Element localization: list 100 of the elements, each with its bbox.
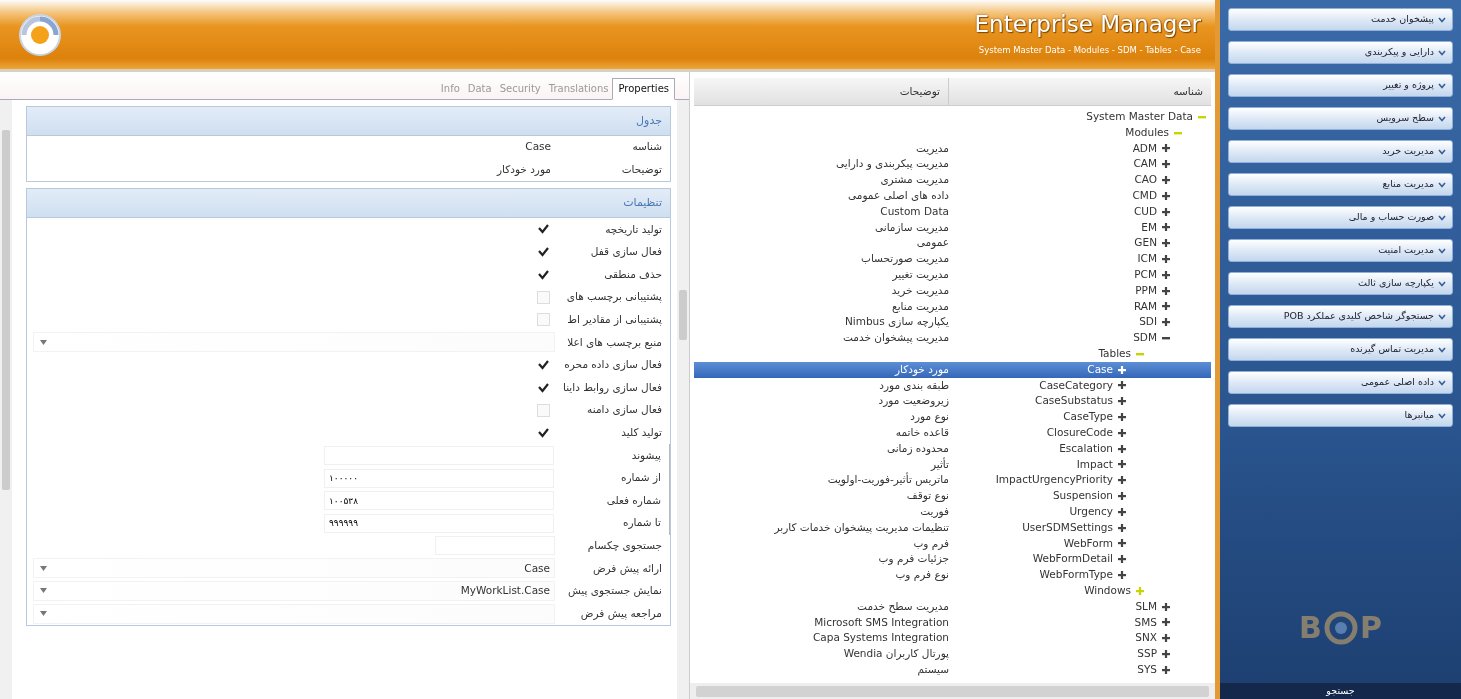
section-header[interactable]: جدول — [27, 107, 670, 136]
expand-icon[interactable] — [1117, 554, 1127, 565]
chevron-icon — [1438, 313, 1446, 320]
section-header[interactable]: تنظیمات — [27, 189, 670, 219]
expand-icon[interactable] — [1117, 475, 1127, 486]
search-button[interactable]: جستجو — [1220, 683, 1461, 699]
tree-cell-text: CaseCategory — [1039, 377, 1113, 393]
expand-icon[interactable] — [1117, 506, 1127, 517]
tree-cell-text: CAM — [1133, 156, 1157, 172]
expand-icon[interactable] — [1117, 427, 1127, 438]
sidebar-item[interactable]: دارایی و پیکربندی — [1228, 41, 1453, 64]
tree-cell-text: System Master Data — [1086, 109, 1193, 124]
sidebar-item[interactable]: جستجوگر شاخص کلیدی عملکرد POB — [1228, 305, 1453, 328]
expand-icon[interactable] — [1161, 664, 1171, 675]
tree-row[interactable]: Windows — [694, 582, 1211, 599]
tree-cell-text: SMS — [1134, 614, 1157, 630]
sidebar-item[interactable]: پیشخوان خدمت — [1228, 8, 1453, 31]
checkbox[interactable] — [537, 358, 550, 372]
sidebar-item[interactable]: داده اصلی عمومی — [1228, 371, 1453, 394]
expand-icon[interactable] — [1161, 301, 1171, 312]
tree-cell-text: SYS — [1137, 661, 1157, 677]
column-header[interactable]: شناسه — [949, 78, 1211, 105]
expand-icon[interactable] — [1117, 380, 1127, 391]
tree-cell-text: فوریت — [919, 503, 949, 520]
expand-icon[interactable] — [1161, 617, 1171, 628]
checkbox[interactable] — [537, 268, 550, 282]
expand-icon[interactable] — [1117, 412, 1127, 423]
expand-icon[interactable] — [1117, 522, 1127, 533]
sidebar-item[interactable]: یکپارچه سازی ثالث — [1228, 272, 1453, 295]
column-header[interactable]: توضیحات — [694, 78, 949, 105]
tree-cell-text: تنظیمات مدیریت پیشخوان خدمات کاربر — [773, 519, 949, 536]
tree-cell-text: قاعده خاتمه — [894, 424, 949, 440]
sidebar-item[interactable]: مدیریت خرید — [1228, 140, 1453, 163]
tree-cell: CAO — [1134, 172, 1157, 188]
expand-icon[interactable] — [1161, 254, 1171, 265]
expand-icon[interactable] — [1161, 649, 1171, 659]
expand-icon[interactable] — [1161, 633, 1171, 644]
field-value: مورد خودکار — [497, 162, 552, 178]
checkbox[interactable] — [537, 381, 550, 395]
tree-row[interactable]: Microsoft SMS Integration SMS — [694, 614, 1211, 631]
expand-icon[interactable] — [1161, 190, 1171, 201]
expand-icon[interactable] — [1117, 364, 1127, 375]
expand-icon[interactable] — [1117, 491, 1127, 501]
tree-cell-text: محدوده زمانی — [885, 440, 949, 457]
tree-cell-text: CMD — [1132, 188, 1157, 203]
scrollbar[interactable] — [0, 100, 12, 699]
scrollbar[interactable] — [677, 100, 689, 699]
tree-cell: SSP — [1137, 646, 1157, 662]
expand-icon[interactable] — [1161, 143, 1171, 154]
tab[interactable]: Properties — [612, 78, 675, 100]
expand-icon[interactable] — [1161, 159, 1171, 170]
sidebar-item[interactable]: مدیریت تماس گیرنده — [1228, 338, 1453, 361]
expand-icon[interactable] — [1117, 570, 1127, 580]
tree-row[interactable]: Capa Systems Integration SNX — [694, 630, 1211, 647]
chevron-icon — [1438, 49, 1446, 56]
tree-row[interactable]: Tables — [694, 345, 1211, 362]
chevron-icon — [1438, 115, 1446, 122]
input-field[interactable]: ۱۰۰۰۰۰ — [324, 468, 554, 488]
field-label: توضیحات — [620, 162, 663, 178]
tree-cell-text: SDI — [1139, 314, 1157, 330]
input-field[interactable]: ۱۰۰۵۳۸ — [324, 491, 554, 511]
checkbox[interactable] — [537, 223, 550, 236]
expand-icon[interactable] — [1117, 396, 1127, 407]
expand-icon[interactable] — [1161, 175, 1171, 186]
tree-cell-text: PCM — [1134, 266, 1157, 282]
tree-cell-text: Custom Data — [879, 203, 949, 219]
checkbox[interactable] — [537, 245, 550, 259]
sidebar-item[interactable]: مدیریت امنیت — [1228, 239, 1453, 262]
expand-icon[interactable] — [1161, 601, 1171, 612]
sidebar-item[interactable]: مدیریت منابع — [1228, 173, 1453, 196]
tree-cell-text: Tables — [1098, 345, 1131, 361]
tree-row[interactable]: Custom Data CUD — [694, 203, 1211, 220]
expand-icon[interactable] — [1161, 206, 1171, 217]
tree-cell-text: PPM — [1135, 282, 1157, 298]
tree-row[interactable]: Modules — [694, 124, 1211, 141]
expand-icon[interactable] — [1161, 317, 1171, 328]
horizontal-scrollbar[interactable] — [690, 683, 1215, 699]
dropdown[interactable]: Case — [33, 558, 555, 579]
sidebar-item[interactable]: سطح سرویس — [1228, 107, 1453, 130]
tree-cell-text: Modules — [1125, 124, 1169, 140]
tree-cell-text: نوع فرم وب — [894, 567, 949, 583]
sidebar-item[interactable]: صورت حساب و مالی — [1228, 206, 1453, 229]
tree-row[interactable]: System Master Data — [694, 109, 1211, 125]
expand-icon[interactable] — [1117, 459, 1127, 470]
breadcrumb: System Master Data - Modules - SDM - Tables - Case — [978, 43, 1201, 57]
tree-cell-text: جزئیات فرم وب — [877, 551, 949, 567]
expand-icon[interactable] — [1117, 538, 1127, 549]
tree-cell: WebFormType — [1039, 567, 1113, 583]
expand-icon[interactable] — [1161, 222, 1171, 233]
expand-icon[interactable] — [1161, 285, 1171, 296]
expand-icon[interactable] — [1161, 238, 1171, 249]
sidebar-item[interactable]: پروژه و تغییر — [1228, 74, 1453, 97]
input-field[interactable]: ۹۹۹۹۹۹ — [324, 513, 554, 533]
dropdown[interactable]: MyWorkList.Case — [33, 581, 555, 601]
expand-icon[interactable] — [1117, 443, 1127, 454]
tree-cell-text: فرم وب — [912, 535, 949, 552]
expand-icon[interactable] — [1161, 269, 1171, 280]
sidebar-item[interactable]: میانبرها — [1228, 404, 1453, 427]
checkbox[interactable] — [537, 426, 550, 440]
tree-cell-text: UserSDMSettings — [1022, 519, 1113, 535]
